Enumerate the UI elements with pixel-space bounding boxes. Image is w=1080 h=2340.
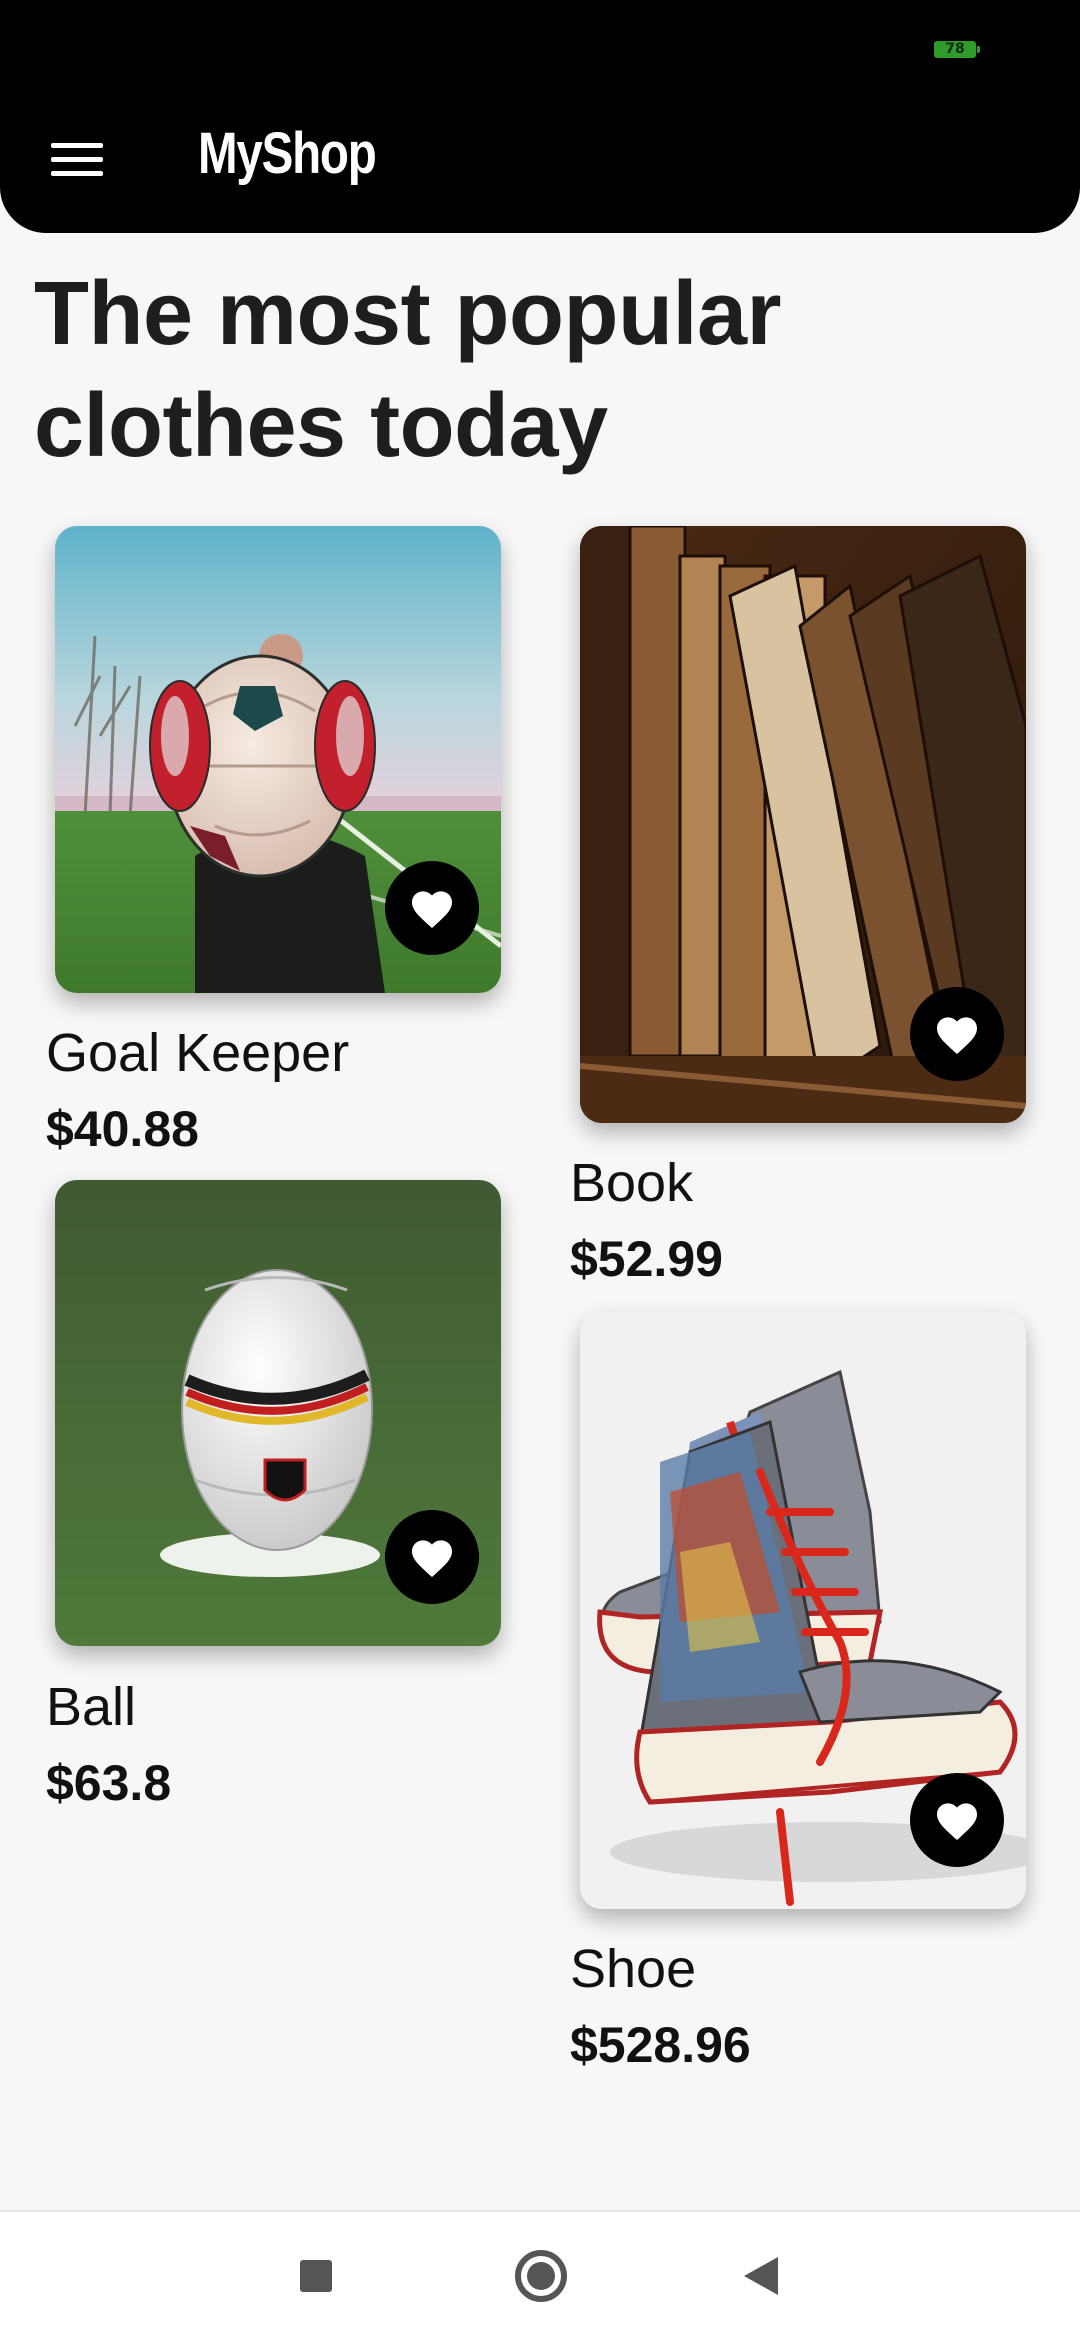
product-image-ball[interactable]	[55, 1180, 501, 1646]
heart-icon	[412, 891, 452, 928]
product-name: Ball	[46, 1677, 137, 1737]
page-headline: The most popular clothes today	[34, 264, 782, 476]
home-circle-icon[interactable]	[515, 2250, 567, 2302]
hamburger-menu-icon[interactable]	[51, 140, 103, 180]
product-price: $528.96	[570, 2017, 751, 2073]
heart-icon	[937, 1017, 977, 1054]
app-bar: 78 MyShop	[0, 0, 1080, 233]
favorite-heart-button[interactable]	[910, 1773, 1004, 1867]
recents-square-icon[interactable]	[300, 2260, 332, 2292]
favorite-heart-button[interactable]	[385, 1510, 479, 1604]
product-image-goal-keeper[interactable]	[55, 526, 501, 993]
product-price: $52.99	[570, 1231, 723, 1287]
product-image-book[interactable]	[580, 526, 1026, 1123]
favorite-heart-button[interactable]	[385, 861, 479, 955]
product-name: Book	[570, 1153, 694, 1213]
product-name: Shoe	[570, 1939, 697, 1999]
heart-icon	[937, 1803, 977, 1840]
heart-icon	[412, 1540, 452, 1577]
battery-icon: 78	[934, 41, 980, 58]
product-name: Goal Keeper	[46, 1023, 350, 1083]
product-price: $40.88	[46, 1101, 199, 1157]
favorite-heart-button[interactable]	[910, 987, 1004, 1081]
app-title: MyShop	[198, 121, 377, 186]
product-image-shoe[interactable]	[580, 1312, 1026, 1909]
product-price: $63.8	[46, 1755, 172, 1811]
system-nav-bar	[0, 2210, 1080, 2340]
back-triangle-icon[interactable]	[744, 2257, 778, 2295]
